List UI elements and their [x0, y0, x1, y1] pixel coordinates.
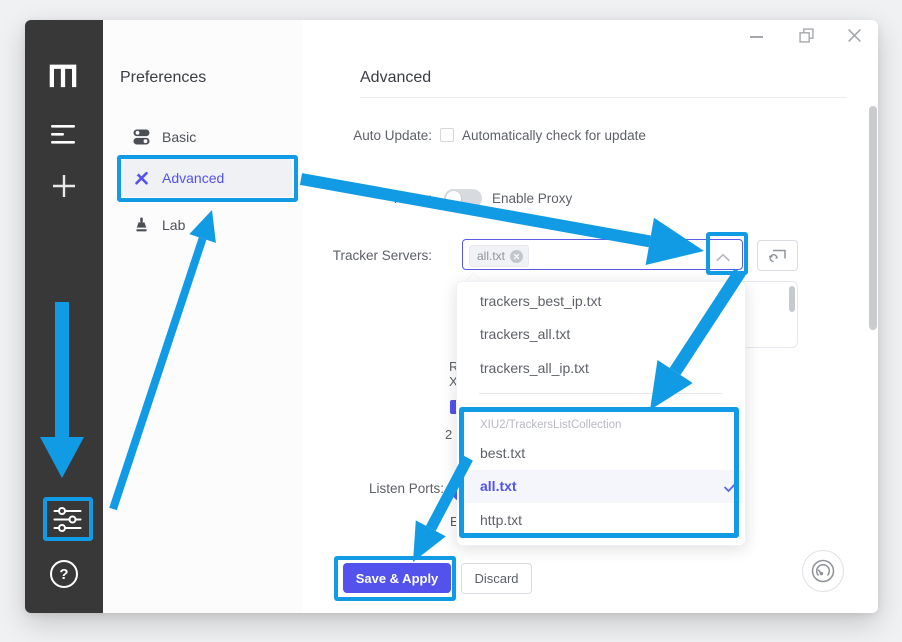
auto-update-option-label: Automatically check for update: [462, 128, 646, 143]
close-button[interactable]: [847, 28, 863, 44]
save-apply-button[interactable]: Save & Apply: [343, 563, 451, 593]
sync-icon: [768, 248, 788, 264]
nav-item-label: Basic: [162, 129, 196, 145]
nav-item-label: Lab: [162, 217, 185, 233]
tag-remove-icon[interactable]: [510, 250, 523, 263]
listen-ports-label: Listen Ports:: [322, 481, 444, 496]
page-title: Advanced: [360, 69, 431, 87]
auto-update-label: Auto Update:: [290, 128, 432, 143]
minimize-icon: [750, 36, 763, 38]
app-logo: [47, 62, 79, 90]
dropdown-item[interactable]: trackers_all_ip.txt: [457, 352, 743, 385]
task-list-icon: [51, 124, 77, 144]
tag-label: all.txt: [477, 249, 505, 263]
discard-button[interactable]: Discard: [461, 563, 532, 594]
sync-trackers-button[interactable]: [757, 240, 798, 271]
tools-icon: [133, 170, 150, 186]
preferences-title: Preferences: [120, 69, 206, 87]
close-icon: [847, 28, 862, 43]
preferences-panel: [103, 20, 303, 613]
dropdown-item-label: all.txt: [480, 478, 517, 494]
sliders-icon: [53, 507, 82, 532]
nav-item-advanced[interactable]: Advanced: [133, 165, 283, 191]
dropdown-item[interactable]: best.txt: [457, 437, 743, 470]
auto-update-checkbox[interactable]: [440, 128, 454, 142]
sidebar-item-task-list[interactable]: [50, 122, 78, 146]
restore-button[interactable]: [799, 28, 815, 44]
select-arrow[interactable]: [714, 250, 732, 268]
lab-icon: [133, 217, 150, 233]
dropdown-item-selected[interactable]: all.txt: [457, 470, 743, 503]
nav-item-basic[interactable]: Basic: [133, 124, 283, 150]
dropdown-divider: [479, 393, 722, 394]
toggles-icon: [133, 129, 150, 145]
dropdown-item[interactable]: trackers_best_ip.txt: [457, 285, 743, 318]
help-button[interactable]: ?: [50, 560, 78, 588]
sidebar-item-add-task[interactable]: [51, 173, 77, 199]
clipped-text: 2: [445, 427, 452, 442]
check-icon: [723, 481, 738, 493]
nav-item-label: Advanced: [162, 170, 224, 186]
motrix-logo-icon: [48, 63, 78, 89]
speedometer-icon: [810, 558, 836, 584]
minimize-button[interactable]: [748, 28, 766, 46]
dropdown-group-label: XIU2/TrackersListCollection: [480, 419, 621, 431]
proxy-toggle[interactable]: [444, 189, 482, 208]
desktop-background: ? Preferences Basic Advanced Lab: [0, 0, 902, 642]
toggle-knob: [446, 191, 461, 206]
proxy-label: Proxy:: [290, 191, 432, 206]
heading-divider: [360, 97, 847, 98]
chevron-up-icon: [714, 252, 732, 263]
dropdown-item[interactable]: trackers_all.txt: [457, 318, 743, 351]
tracker-select-input[interactable]: all.txt: [462, 239, 743, 270]
nav-item-lab[interactable]: Lab: [133, 212, 283, 238]
plus-icon: [52, 174, 76, 198]
tracker-servers-label: Tracker Servers:: [290, 248, 432, 263]
dropdown-item[interactable]: http.txt: [457, 504, 743, 537]
proxy-option-label: Enable Proxy: [492, 191, 572, 206]
page-scrollbar[interactable]: [869, 106, 877, 330]
restore-icon: [799, 28, 814, 43]
question-icon: ?: [59, 566, 68, 583]
speed-limit-button[interactable]: [802, 550, 844, 592]
textarea-scrollbar[interactable]: [789, 286, 795, 312]
selected-tag: all.txt: [469, 245, 529, 267]
sidebar-item-preferences[interactable]: [51, 504, 83, 534]
